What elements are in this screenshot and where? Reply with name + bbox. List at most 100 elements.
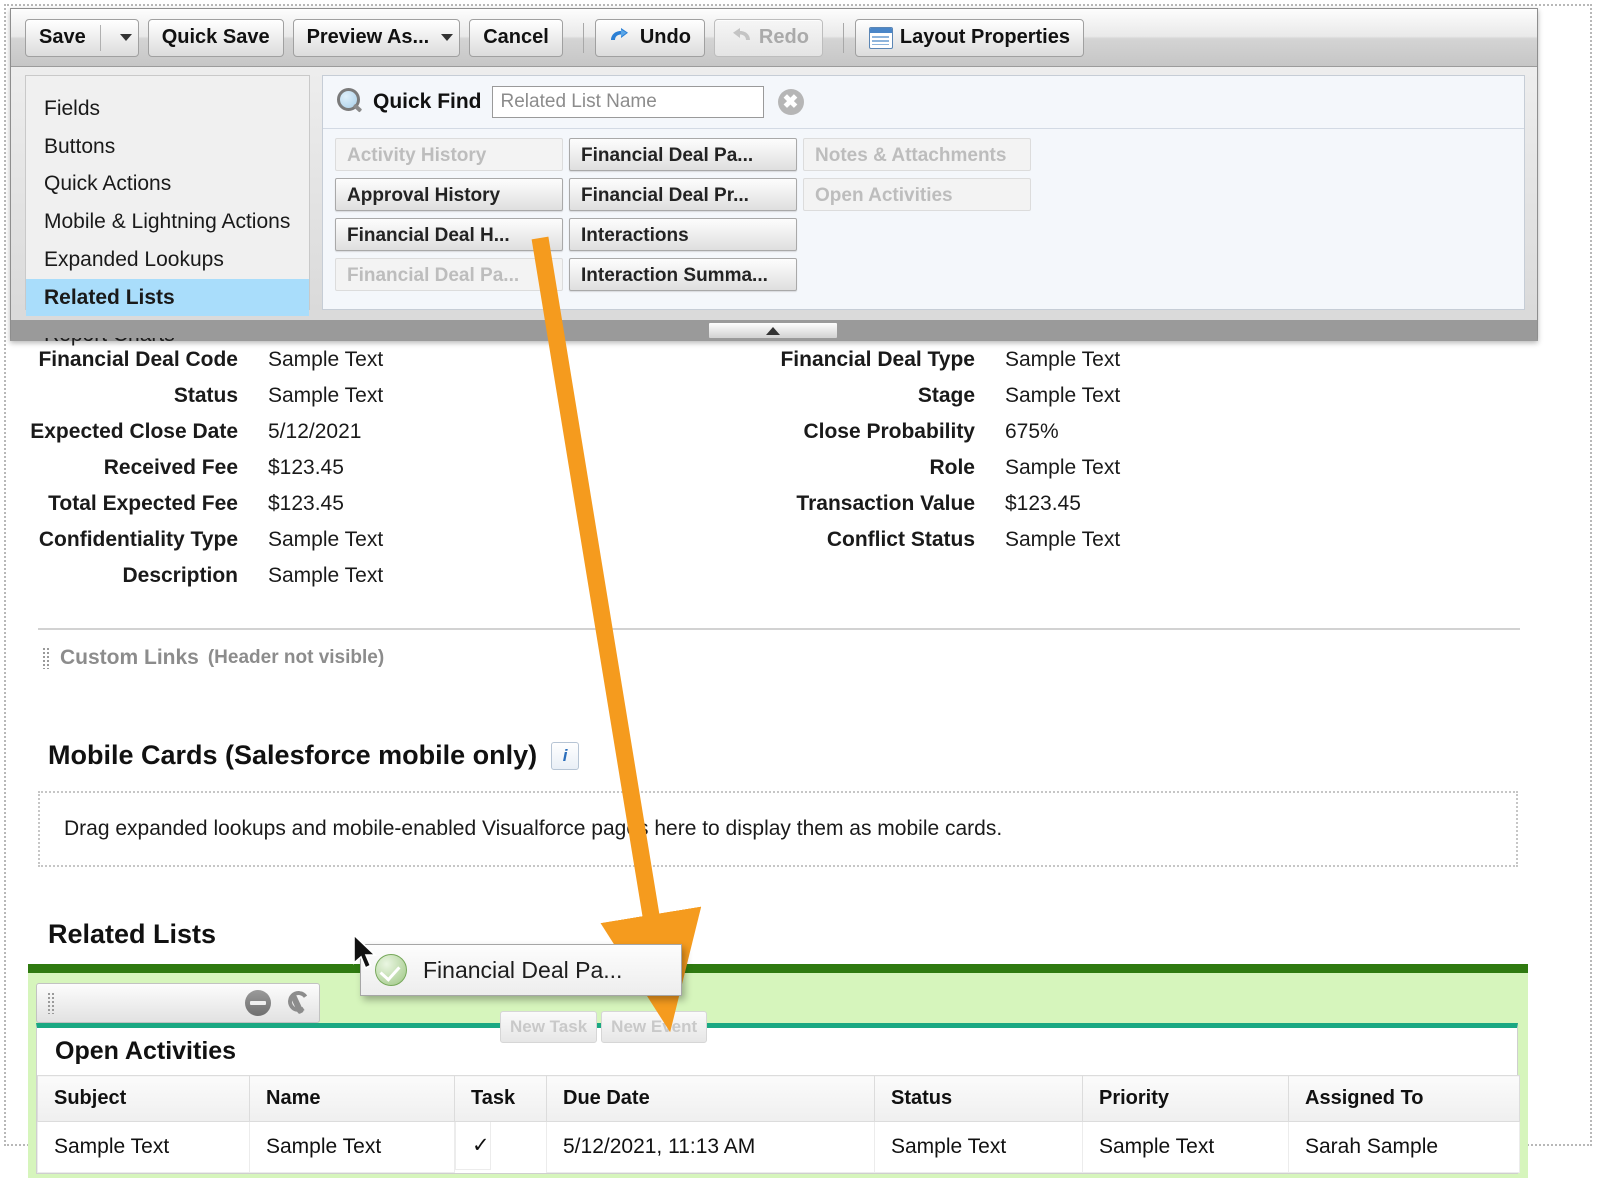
palette-body: Fields Buttons Quick Actions Mobile & Li… [11, 67, 1537, 320]
layout-properties-button[interactable]: Layout Properties [855, 19, 1084, 57]
sidebar-item-label: Mobile & Lightning Actions [44, 210, 290, 233]
field-label: Received Fee [0, 456, 268, 480]
field-label: Total Expected Fee [0, 492, 268, 516]
form-field-row[interactable]: Received Fee $123.45 [0, 456, 780, 480]
drag-handle-icon[interactable] [42, 647, 51, 669]
undo-icon [609, 27, 633, 49]
mobile-cards-drop-text: Drag expanded lookups and mobile-enabled… [64, 817, 1002, 841]
form-right-column: Financial Deal Type Sample Text Stage Sa… [780, 348, 1560, 600]
field-value: $123.45 [1005, 492, 1081, 516]
related-list-action-buttons: New Task New Event [500, 1011, 707, 1043]
related-list-palette-tiles: Activity History Approval History Financ… [323, 129, 1524, 291]
related-list-section-toolbar[interactable] [36, 983, 320, 1023]
field-value: Sample Text [1005, 456, 1120, 480]
sidebar-item-buttons[interactable]: Buttons [26, 128, 309, 166]
form-field-row[interactable]: Transaction Value $123.45 [780, 492, 1560, 516]
sidebar-item-label: Fields [44, 97, 100, 120]
info-icon[interactable]: i [551, 742, 579, 770]
sidebar-item-quick-actions[interactable]: Quick Actions [26, 165, 309, 203]
palette-tile[interactable]: Financial Deal Pr... [569, 178, 797, 211]
palette-tile[interactable]: Interaction Summa... [569, 258, 797, 291]
form-columns: Financial Deal Code Sample Text Status S… [0, 348, 1560, 600]
chevron-up-icon [766, 327, 780, 335]
palette-column-3: Notes & Attachments Open Activities [803, 138, 1031, 291]
sidebar-item-label: Related Lists [44, 286, 175, 309]
custom-links-section[interactable]: Custom Links (Header not visible) [42, 646, 1560, 670]
palette-tile[interactable]: Approval History [335, 178, 563, 211]
mobile-cards-dropzone[interactable]: Drag expanded lookups and mobile-enabled… [38, 791, 1518, 867]
form-field-row[interactable]: Expected Close Date 5/12/2021 [0, 420, 780, 444]
table-row: Sample Text Sample Text ✓ 5/12/2021, 11:… [38, 1122, 1520, 1173]
wrench-icon[interactable] [283, 990, 309, 1016]
toolbar-separator [583, 23, 584, 53]
field-value: Sample Text [268, 348, 383, 372]
palette-tile: Activity History [335, 138, 563, 171]
field-label: Financial Deal Code [0, 348, 268, 372]
form-field-row[interactable]: Stage Sample Text [780, 384, 1560, 408]
redo-icon [728, 27, 752, 49]
field-label: Status [0, 384, 268, 408]
clear-icon[interactable]: ✖ [778, 89, 804, 115]
form-field-row[interactable]: Financial Deal Code Sample Text [0, 348, 780, 372]
field-value: Sample Text [268, 564, 383, 588]
new-event-button[interactable]: New Event [601, 1011, 707, 1043]
open-activities-table: Subject Name Task Due Date Status Priori… [37, 1075, 1520, 1173]
column-header-subject[interactable]: Subject [38, 1076, 250, 1122]
quick-find-input[interactable] [492, 86, 764, 118]
palette-category-nav: Fields Buttons Quick Actions Mobile & Li… [25, 75, 310, 310]
minimize-icon[interactable] [245, 990, 271, 1016]
related-lists-section-title: Related Lists [48, 919, 1560, 950]
column-header-assigned-to[interactable]: Assigned To [1289, 1076, 1520, 1122]
editor-toolbar: Save Quick Save Preview As... Cancel Und… [11, 9, 1537, 67]
palette-tile: Financial Deal Pa... [335, 258, 563, 291]
column-header-name[interactable]: Name [250, 1076, 455, 1122]
sidebar-item-mobile-lightning-actions[interactable]: Mobile & Lightning Actions [26, 203, 309, 241]
section-divider [38, 628, 1520, 630]
sidebar-item-fields[interactable]: Fields [26, 90, 309, 128]
cell-assigned-to: Sarah Sample [1289, 1122, 1520, 1173]
cancel-button[interactable]: Cancel [469, 19, 563, 57]
new-task-button[interactable]: New Task [500, 1011, 597, 1043]
field-value: Sample Text [268, 384, 383, 408]
field-label: Transaction Value [780, 492, 1005, 516]
form-field-row[interactable]: Total Expected Fee $123.45 [0, 492, 780, 516]
drag-ghost-tile[interactable]: Financial Deal Pa... [360, 944, 682, 996]
save-button[interactable]: Save [25, 19, 139, 57]
form-field-row[interactable]: Confidentiality Type Sample Text [0, 528, 780, 552]
palette-tile[interactable]: Financial Deal H... [335, 218, 563, 251]
sidebar-item-related-lists[interactable]: Related Lists [26, 279, 309, 317]
form-field-row[interactable]: Description Sample Text [0, 564, 780, 588]
chevron-down-icon[interactable] [441, 34, 453, 41]
palette-tile[interactable]: Financial Deal Pa... [569, 138, 797, 171]
chevron-down-icon[interactable] [120, 34, 132, 41]
column-header-task[interactable]: Task [455, 1076, 547, 1122]
form-field-row[interactable]: Conflict Status Sample Text [780, 528, 1560, 552]
cell-status: Sample Text [875, 1122, 1083, 1173]
field-value: Sample Text [268, 528, 383, 552]
related-lists-dropzone[interactable]: New Task New Event Open Activities Subje… [28, 964, 1528, 1178]
undo-button[interactable]: Undo [595, 19, 705, 57]
form-field-row[interactable]: Close Probability 675% [780, 420, 1560, 444]
column-header-priority[interactable]: Priority [1083, 1076, 1289, 1122]
quick-find-label: Quick Find [373, 90, 482, 114]
form-field-row[interactable]: Role Sample Text [780, 456, 1560, 480]
related-list-title: Open Activities [37, 1028, 1517, 1075]
cell-due-date: 5/12/2021, 11:13 AM [547, 1122, 875, 1173]
cell-name: Sample Text [250, 1122, 455, 1173]
field-label: Close Probability [780, 420, 1005, 444]
mobile-cards-title: Mobile Cards (Salesforce mobile only) [48, 740, 537, 771]
drag-handle-icon[interactable] [47, 992, 56, 1014]
palette-resize-bar[interactable] [11, 320, 1537, 338]
column-header-due-date[interactable]: Due Date [547, 1076, 875, 1122]
form-field-row[interactable]: Status Sample Text [0, 384, 780, 408]
sidebar-item-expanded-lookups[interactable]: Expanded Lookups [26, 241, 309, 279]
form-field-row[interactable]: Financial Deal Type Sample Text [780, 348, 1560, 372]
column-header-status[interactable]: Status [875, 1076, 1083, 1122]
preview-as-button[interactable]: Preview As... [293, 19, 461, 57]
collapse-handle[interactable] [708, 322, 838, 339]
field-label: Conflict Status [780, 528, 1005, 552]
field-value: $123.45 [268, 492, 344, 516]
quick-save-button[interactable]: Quick Save [148, 19, 284, 57]
palette-tile[interactable]: Interactions [569, 218, 797, 251]
custom-links-subtitle: (Header not visible) [208, 647, 384, 669]
